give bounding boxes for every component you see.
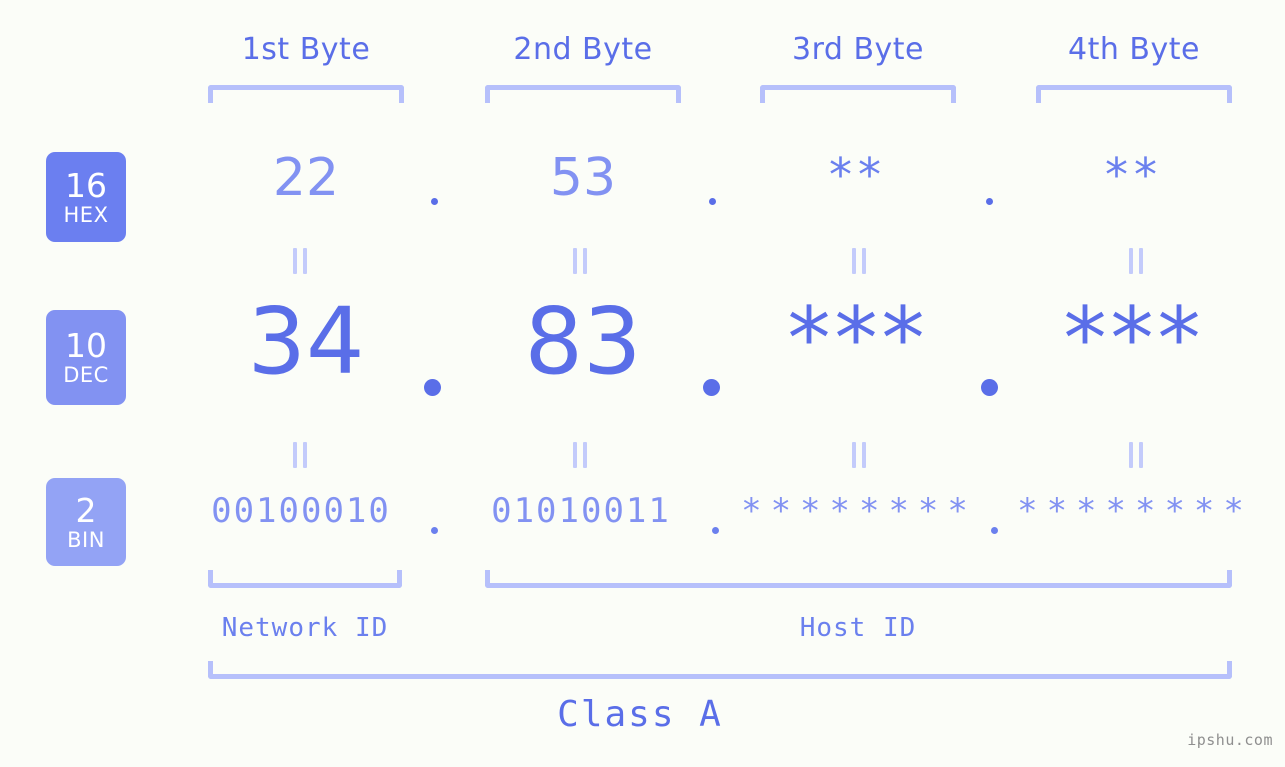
host-id-bracket (485, 570, 1232, 588)
equals-mark-dec-bin-1 (292, 442, 310, 468)
bin-byte-1: 00100010 (211, 491, 391, 531)
dec-separator-dot-2 (703, 379, 720, 396)
hex-separator-dot-1 (431, 198, 438, 205)
byte-header-1: 1st Byte (241, 32, 371, 67)
hex-separator-dot-2 (709, 198, 716, 205)
host-id-label: Host ID (799, 613, 917, 643)
bin-byte-3: ******** (741, 491, 977, 531)
network-id-bracket (208, 570, 402, 588)
hex-separator-dot-3 (986, 198, 993, 205)
network-id-label: Network ID (221, 613, 389, 643)
dec-separator-dot-1 (424, 379, 441, 396)
class-bracket (208, 661, 1232, 679)
radix-badge-dec-number: 10 (65, 326, 107, 365)
equals-mark-dec-bin-2 (572, 442, 590, 468)
hex-byte-2: 53 (549, 148, 617, 208)
radix-badge-dec: 10 DEC (46, 310, 126, 405)
dec-byte-1: 34 (247, 288, 365, 395)
dec-byte-3: *** (787, 289, 929, 389)
byte-bracket-2 (485, 85, 681, 103)
dec-separator-dot-3 (981, 379, 998, 396)
equals-mark-dec-bin-4 (1128, 442, 1146, 468)
bin-byte-4: ******** (1017, 491, 1253, 531)
dec-byte-4: *** (1063, 289, 1205, 389)
radix-badge-hex: 16 HEX (46, 152, 126, 242)
radix-badge-hex-name: HEX (63, 202, 109, 227)
bin-separator-dot-2 (712, 527, 719, 534)
hex-byte-1: 22 (272, 148, 340, 208)
radix-badge-bin: 2 BIN (46, 478, 126, 566)
radix-badge-hex-number: 16 (65, 165, 107, 205)
bin-separator-dot-1 (431, 527, 438, 534)
equals-mark-hex-dec-2 (572, 248, 590, 274)
equals-mark-hex-dec-4 (1128, 248, 1146, 274)
byte-header-4: 4th Byte (1068, 32, 1200, 67)
byte-bracket-4 (1036, 85, 1232, 103)
equals-mark-hex-dec-3 (851, 248, 869, 274)
equals-mark-hex-dec-1 (292, 248, 310, 274)
radix-badge-bin-number: 2 (75, 490, 97, 530)
radix-badge-bin-name: BIN (67, 527, 105, 552)
bin-byte-2: 01010011 (491, 491, 671, 531)
dec-byte-2: 83 (524, 288, 642, 395)
radix-badge-dec-name: DEC (63, 363, 109, 387)
hex-byte-4: ** (1105, 148, 1163, 202)
hex-byte-3: ** (829, 148, 887, 202)
byte-header-2: 2nd Byte (513, 32, 653, 67)
bin-separator-dot-3 (991, 527, 998, 534)
ip-breakdown-diagram: 1st Byte 2nd Byte 3rd Byte 4th Byte 16 H… (0, 0, 1285, 767)
byte-bracket-3 (760, 85, 956, 103)
byte-header-3: 3rd Byte (791, 32, 925, 67)
equals-mark-dec-bin-3 (851, 442, 869, 468)
watermark: ipshu.com (1187, 731, 1273, 749)
class-label: Class A (557, 694, 723, 735)
byte-bracket-1 (208, 85, 404, 103)
